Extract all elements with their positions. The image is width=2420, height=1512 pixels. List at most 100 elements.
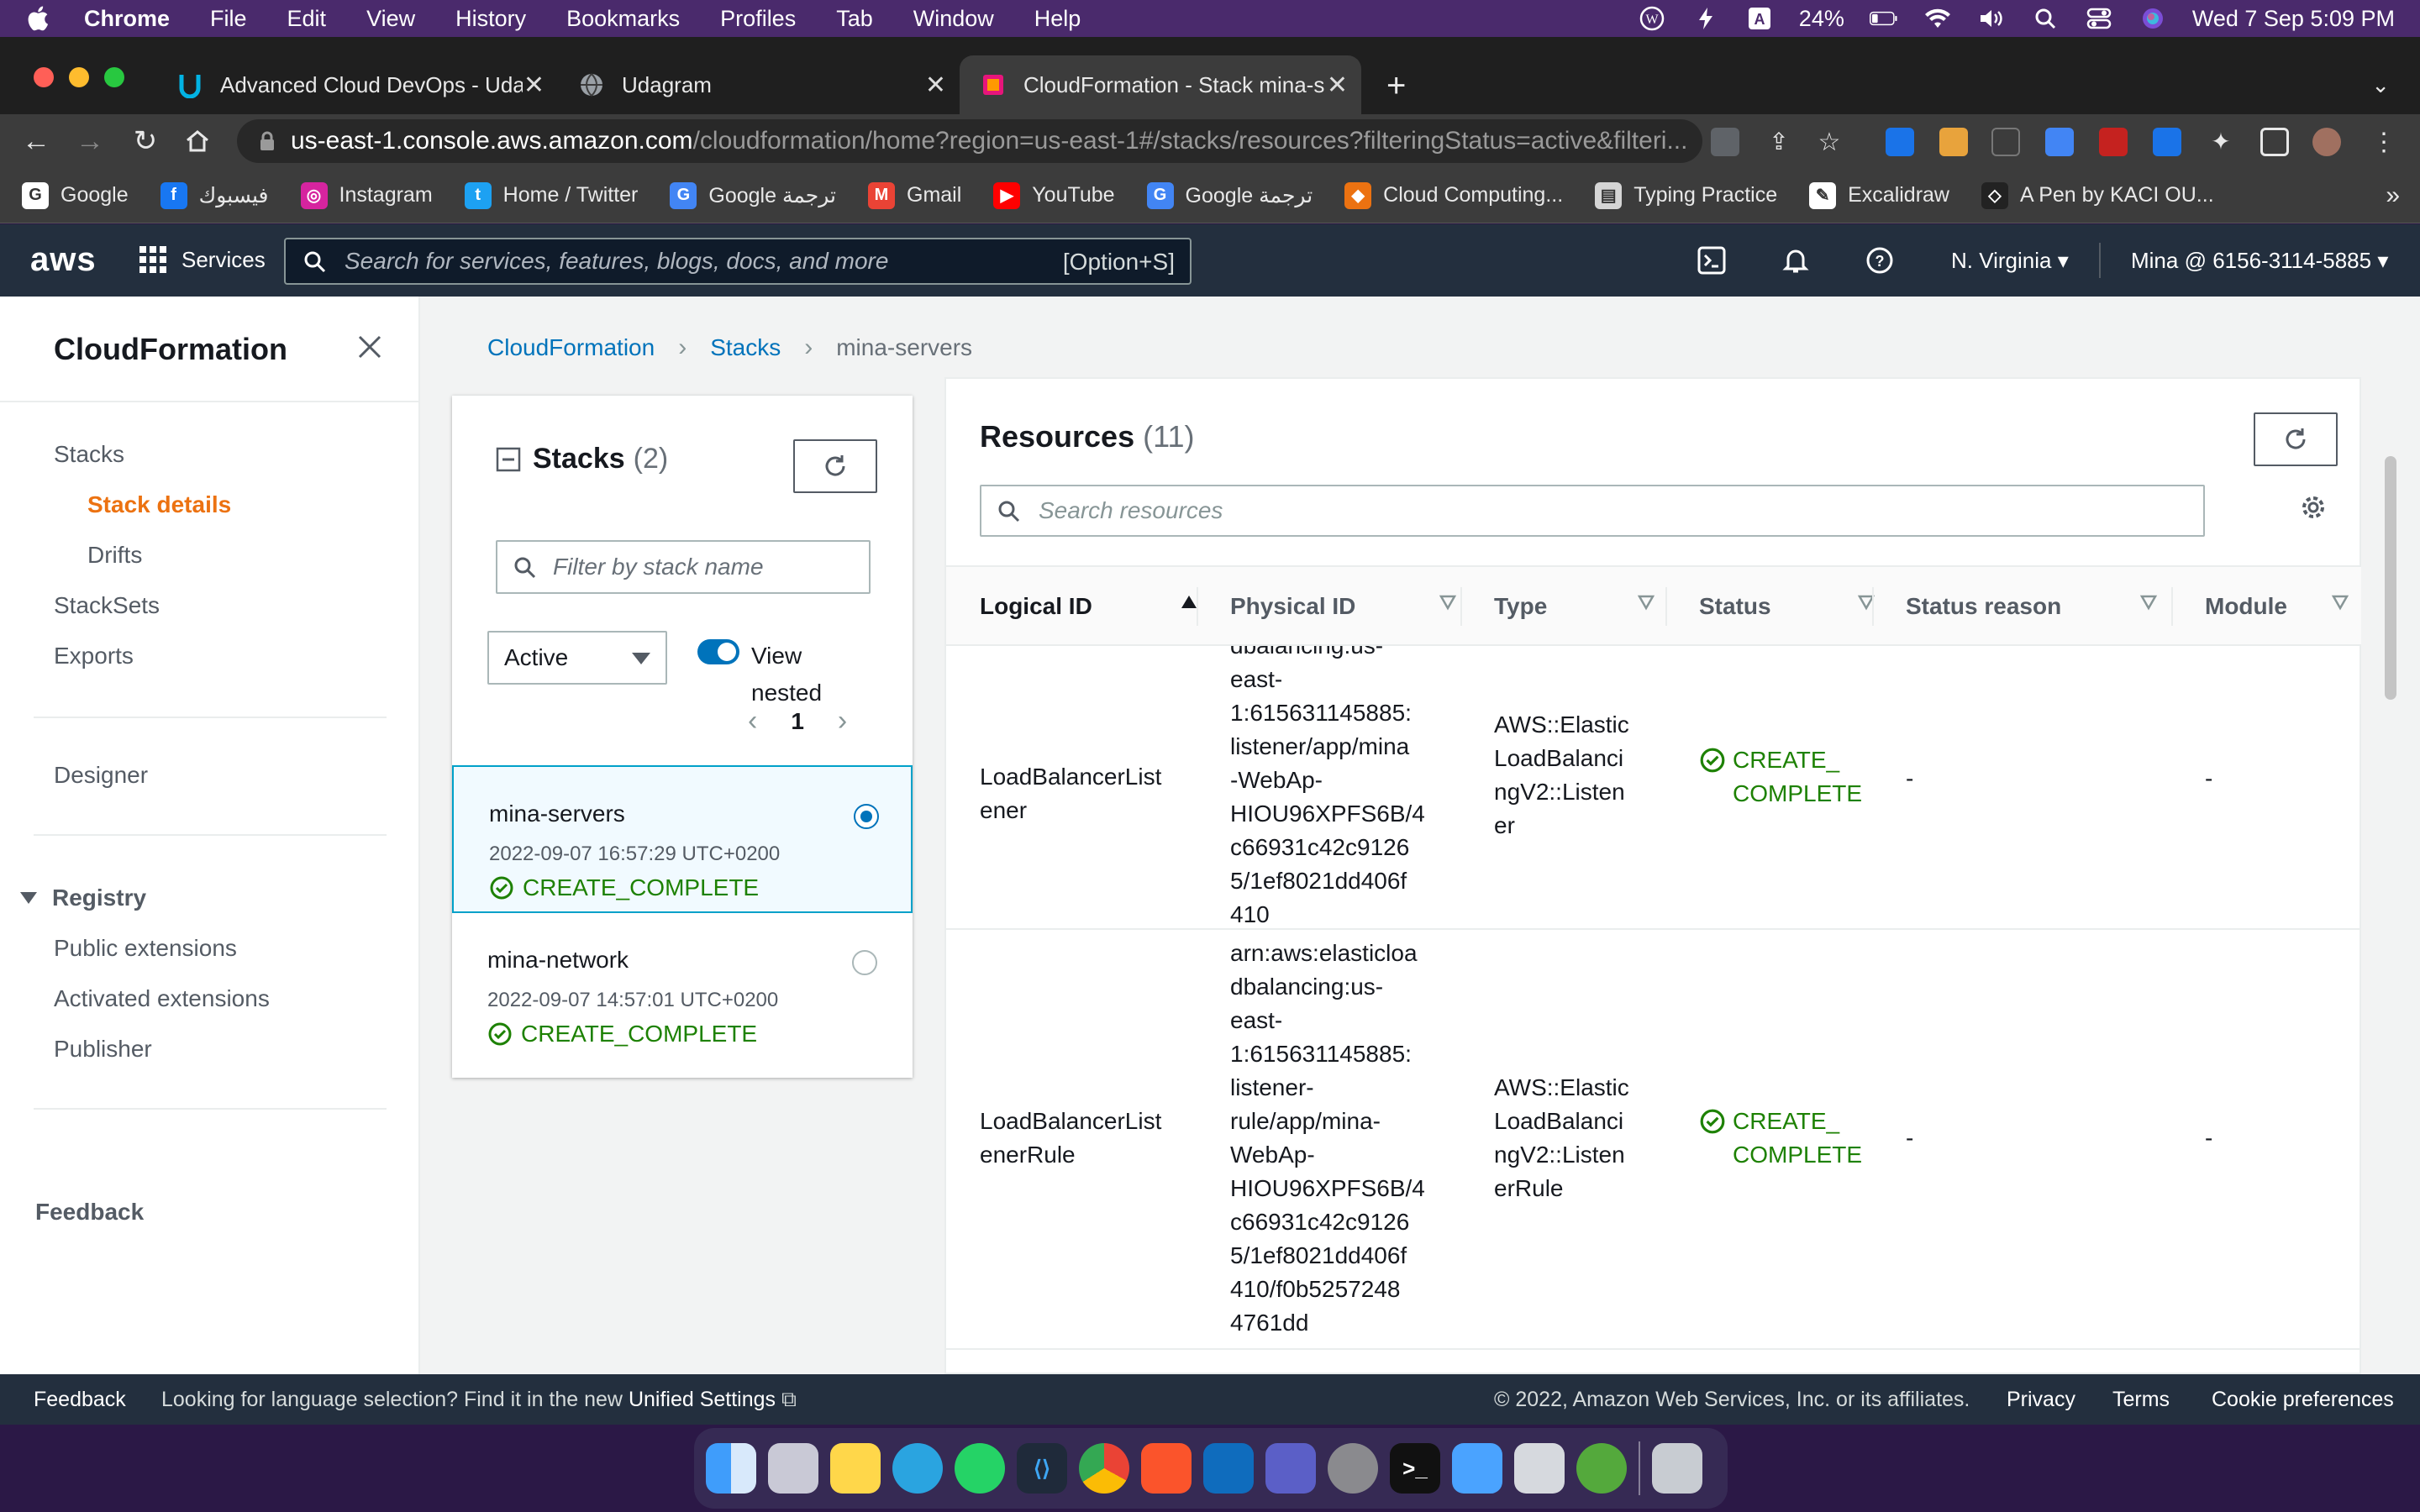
current-page[interactable]: 1	[791, 708, 804, 735]
registry-section-toggle[interactable]: Registry	[20, 885, 146, 911]
refresh-stacks-button[interactable]	[793, 439, 877, 493]
aws-search-input[interactable]: Search for services, features, blogs, do…	[284, 238, 1192, 285]
terms-link[interactable]: Terms	[2112, 1388, 2170, 1412]
translate-icon[interactable]	[1711, 128, 1739, 156]
share-icon[interactable]: ⇪	[1765, 128, 1793, 156]
close-tab-icon[interactable]: ✕	[523, 71, 544, 100]
bookmark-item[interactable]: ▶ YouTube	[993, 181, 1115, 209]
footer-feedback-link[interactable]: Feedback	[34, 1388, 126, 1412]
bookmark-item[interactable]: M Gmail	[868, 181, 961, 209]
outlook-icon[interactable]	[1203, 1443, 1254, 1494]
column-logical-id[interactable]: Logical ID	[980, 567, 1198, 646]
column-type[interactable]: Type	[1494, 567, 1655, 646]
menu-file[interactable]: File	[210, 6, 247, 32]
spotlight-search-icon[interactable]	[2031, 6, 2060, 31]
close-window-button[interactable]	[34, 67, 54, 87]
menu-help[interactable]: Help	[1034, 6, 1081, 32]
bookmark-item[interactable]: ◆ Cloud Computing...	[1344, 181, 1563, 209]
apple-icon[interactable]	[25, 4, 54, 33]
clock[interactable]: Wed 7 Sep 5:09 PM	[2192, 6, 2395, 32]
cookie-preferences-link[interactable]: Cookie preferences	[2212, 1388, 2394, 1412]
sort-icon[interactable]	[2331, 594, 2349, 611]
menu-tab[interactable]: Tab	[836, 6, 873, 32]
utorrent-icon[interactable]	[1576, 1443, 1627, 1494]
trash-icon[interactable]	[1652, 1443, 1702, 1494]
menu-edit[interactable]: Edit	[287, 6, 327, 32]
table-row[interactable]: LoadBalancerList enerRule arn:aws:elasti…	[946, 930, 2361, 1350]
extension-icon[interactable]	[1886, 128, 1914, 156]
volume-icon[interactable]	[1977, 6, 2006, 31]
sort-icon[interactable]	[1439, 594, 1457, 611]
stack-item-mina-servers[interactable]: mina-servers 2022-09-07 16:57:29 UTC+020…	[452, 765, 913, 913]
avatar[interactable]	[2312, 128, 2341, 156]
sidebar-item-stacksets[interactable]: StackSets	[54, 592, 160, 619]
new-tab-icon[interactable]: +	[1386, 67, 1406, 105]
stack-radio[interactable]	[852, 950, 877, 975]
breadcrumb-stacks[interactable]: Stacks	[710, 334, 781, 361]
sidebar-item-activated-extensions[interactable]: Activated extensions	[54, 985, 270, 1012]
bookmark-item[interactable]: ◇ A Pen by KACI OU...	[1981, 181, 2214, 209]
telegram-icon[interactable]	[892, 1443, 943, 1494]
column-status-reason[interactable]: Status reason	[1906, 567, 2158, 646]
brave-icon[interactable]	[1141, 1443, 1192, 1494]
sort-icon[interactable]	[1637, 594, 1655, 611]
unified-settings-link[interactable]: Unified Settings	[629, 1388, 776, 1411]
puzzle-icon[interactable]: ✦	[2207, 128, 2235, 156]
forward-arrow-icon[interactable]: →	[72, 123, 108, 159]
address-bar[interactable]: us-east-1.console.aws.amazon.com/cloudfo…	[237, 119, 1702, 163]
vscode-icon[interactable]: ⟨⟩	[1017, 1443, 1067, 1494]
zoom-window-button[interactable]	[104, 67, 124, 87]
menu-app-chrome[interactable]: Chrome	[84, 6, 170, 32]
column-status[interactable]: Status	[1699, 567, 1876, 646]
help-icon[interactable]: ?	[1864, 244, 1896, 276]
finder-icon[interactable]	[706, 1443, 756, 1494]
refresh-resources-button[interactable]	[2254, 412, 2338, 466]
chrome-icon[interactable]	[1079, 1443, 1129, 1494]
sort-icon[interactable]	[2139, 594, 2158, 611]
filter-stacks-input[interactable]: Filter by stack name	[496, 540, 871, 594]
tab-cloudformation[interactable]: CloudFormation - Stack mina-s ✕	[960, 55, 1361, 114]
bookmark-item[interactable]: ◎ Instagram	[300, 181, 433, 209]
notes-icon[interactable]	[830, 1443, 881, 1494]
column-module[interactable]: Module	[2205, 567, 2349, 646]
bookmark-item[interactable]: G Google ترجمة	[1146, 181, 1313, 209]
stack-radio-selected[interactable]	[854, 804, 879, 829]
table-row[interactable]: LoadBalancerList ener dbalancing:us- eas…	[946, 646, 2361, 930]
services-menu[interactable]: Services	[139, 246, 266, 273]
translate-extension-icon[interactable]	[2045, 128, 2074, 156]
sort-ascending-icon[interactable]	[1180, 594, 1198, 611]
lock-icon[interactable]	[259, 131, 276, 151]
bolt-icon[interactable]	[1691, 6, 1720, 31]
close-icon[interactable]	[356, 333, 383, 360]
battery-icon[interactable]	[1869, 6, 1898, 31]
bookmark-item[interactable]: G Google ترجمة	[670, 181, 836, 209]
account-menu[interactable]: Mina @ 6156-3114-5885 ▾	[2131, 248, 2388, 274]
minimize-window-button[interactable]	[69, 67, 89, 87]
notifications-bell-icon[interactable]	[1780, 244, 1812, 276]
tab-udacity[interactable]: Advanced Cloud DevOps - Uda ✕	[156, 55, 558, 114]
extension-pen-icon[interactable]	[1939, 128, 1968, 156]
tab-search-chevron-icon[interactable]: ⌄	[2371, 72, 2390, 98]
extension-bracket-icon[interactable]	[1991, 128, 2020, 156]
xcode-icon[interactable]	[1452, 1443, 1502, 1494]
view-nested-toggle[interactable]	[697, 639, 739, 664]
close-tab-icon[interactable]: ✕	[1327, 71, 1348, 100]
system-preferences-icon[interactable]	[1328, 1443, 1378, 1494]
wifi-icon[interactable]	[1923, 6, 1952, 31]
sidebar-item-publisher[interactable]: Publisher	[54, 1036, 152, 1063]
bookmark-item[interactable]: ✎ Excalidraw	[1809, 181, 1949, 209]
status-filter-select[interactable]: Active	[487, 631, 667, 685]
menu-history[interactable]: History	[455, 6, 526, 32]
collapse-icon[interactable]	[496, 447, 521, 472]
teams-icon[interactable]	[1265, 1443, 1316, 1494]
menu-view[interactable]: View	[366, 6, 415, 32]
stack-item-mina-network[interactable]: mina-network 2022-09-07 14:57:01 UTC+020…	[452, 913, 913, 1061]
reload-icon[interactable]: ↻	[128, 123, 163, 159]
tab-udagram[interactable]: Udagram ✕	[558, 55, 960, 114]
extension-blue-icon[interactable]	[2153, 128, 2181, 156]
page-scrollbar[interactable]	[2385, 456, 2396, 700]
kebab-menu-icon[interactable]: ⋮	[2370, 128, 2398, 156]
aws-logo[interactable]: aws	[30, 241, 97, 279]
sidebar-item-stacks[interactable]: Stacks	[54, 441, 124, 468]
control-center-icon[interactable]	[2085, 6, 2113, 31]
